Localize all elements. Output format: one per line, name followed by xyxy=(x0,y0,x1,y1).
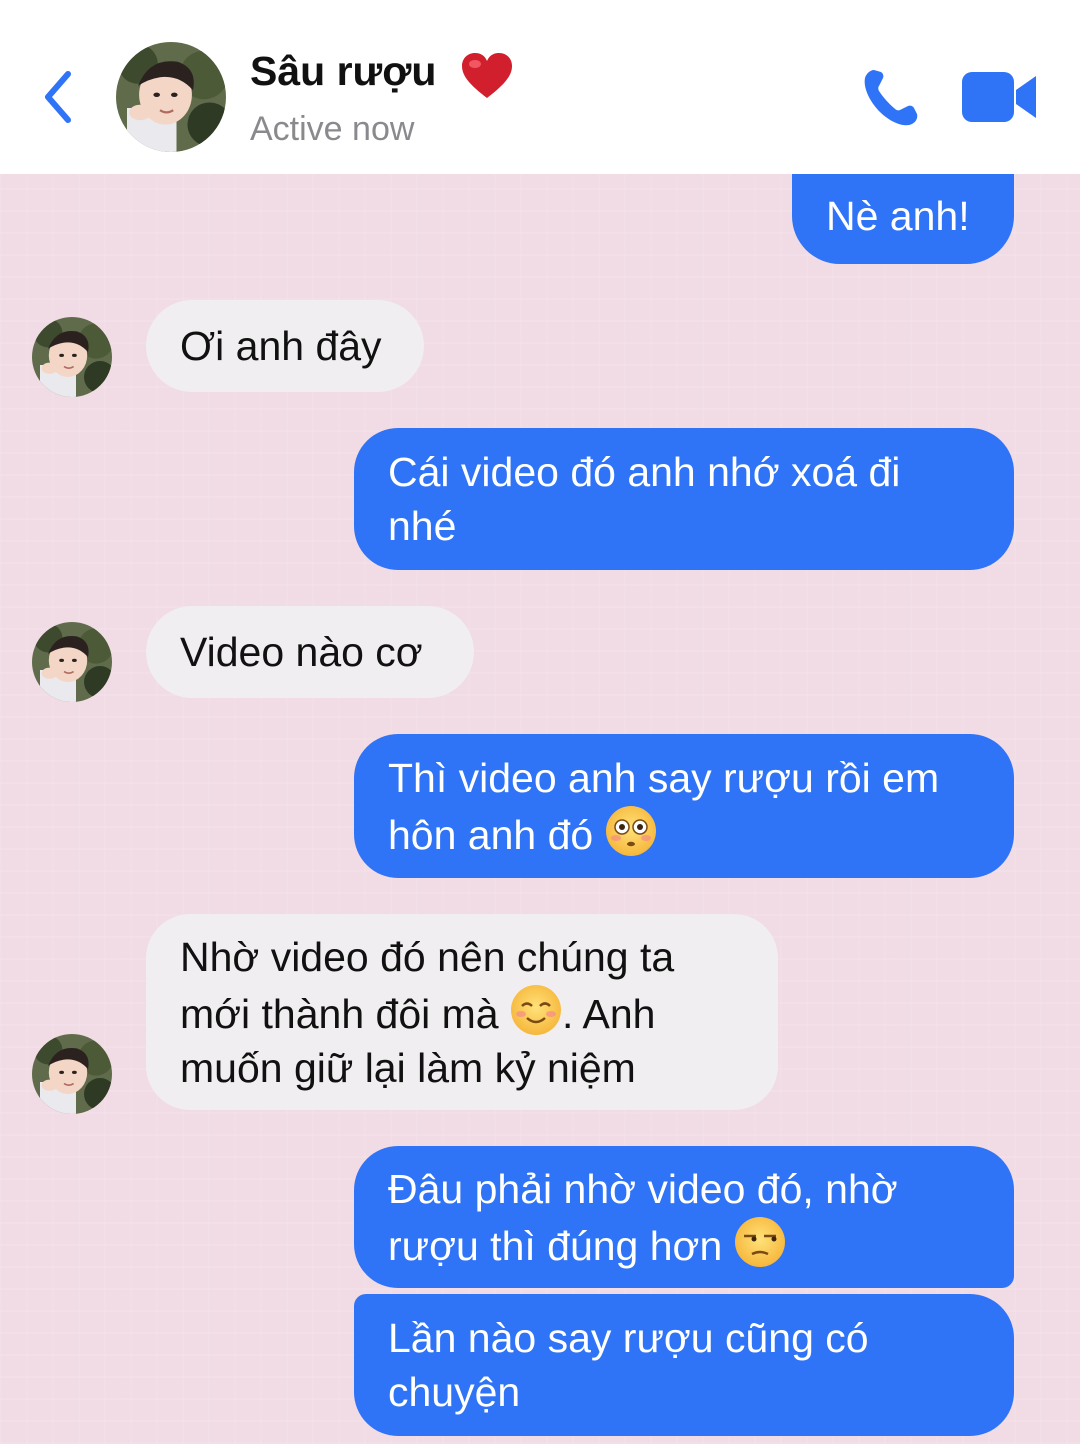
message-text-wrap: Đâu phải nhờ video đó, nhờ rượu thì đúng… xyxy=(388,1162,980,1273)
contact-name[interactable]: Sâu rượu xyxy=(250,48,436,95)
back-chevron-icon xyxy=(45,71,71,123)
message-outgoing[interactable]: Lần nào say rượu cũng có chuyện xyxy=(354,1294,1014,1436)
message-text: Ơi anh đây xyxy=(180,323,382,369)
call-button[interactable] xyxy=(860,66,920,128)
message-incoming[interactable]: Ơi anh đây xyxy=(146,300,424,392)
unamused-face-icon xyxy=(734,1216,785,1267)
message-text-wrap: Thì video anh say rượu rồi em hôn anh đó xyxy=(388,751,980,862)
back-button[interactable] xyxy=(30,62,86,132)
message-incoming[interactable]: Nhờ video đó nên chúng ta mới thành đôi … xyxy=(146,914,778,1110)
video-camera-icon xyxy=(962,72,1036,122)
message-text: Đâu phải nhờ video đó, nhờ rượu thì đúng… xyxy=(388,1165,898,1269)
message-outgoing[interactable]: Cái video đó anh nhớ xoá đi nhé xyxy=(354,428,1014,570)
chat-header: Sâu rượu Active now xyxy=(0,0,1080,174)
message-outgoing[interactable]: Thì video anh say rượu rồi em hôn anh đó xyxy=(354,734,1014,878)
sender-avatar[interactable] xyxy=(32,1034,112,1114)
message-outgoing[interactable]: Đâu phải nhờ video đó, nhờ rượu thì đúng… xyxy=(354,1146,1014,1288)
video-call-button[interactable] xyxy=(962,70,1038,124)
message-text-wrap: Nhờ video đó nên chúng ta mới thành đôi … xyxy=(180,930,744,1095)
message-text: Video nào cơ xyxy=(180,629,423,675)
message-text: Cái video đó anh nhớ xoá đi nhé xyxy=(388,449,901,549)
message-outgoing[interactable]: Nè anh! xyxy=(792,168,1014,264)
message-text: Thì video anh say rượu rồi em hôn anh đó xyxy=(388,754,940,858)
active-status: Active now xyxy=(250,110,415,148)
sender-avatar[interactable] xyxy=(32,622,112,702)
phone-icon xyxy=(864,70,918,126)
sender-avatar[interactable] xyxy=(32,317,112,397)
flushed-face-icon xyxy=(605,805,656,856)
chat-screen: Sâu rượu Active now Nè anh! Ơi anh đây C… xyxy=(0,0,1080,1444)
message-incoming[interactable]: Video nào cơ xyxy=(146,606,474,698)
smiling-face-icon xyxy=(511,984,561,1035)
message-text: Lần nào say rượu cũng có chuyện xyxy=(388,1315,869,1415)
message-text: Nè anh! xyxy=(826,193,970,239)
contact-avatar[interactable] xyxy=(116,42,226,152)
heart-icon xyxy=(460,52,514,100)
